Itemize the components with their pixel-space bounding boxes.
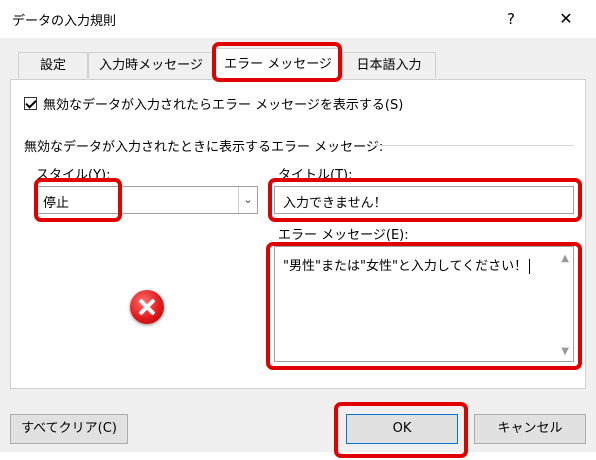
scroll-down-icon[interactable]: ▼ [561, 346, 569, 357]
scroll-up-icon[interactable]: ▲ [561, 253, 569, 264]
title-label: タイトル(T): [278, 168, 353, 183]
group-label: 無効なデータが入力されたときに表示するエラー メッセージ: [24, 140, 384, 155]
tab-settings[interactable]: 設定 [18, 52, 88, 78]
title-input[interactable]: 入力できません！ [274, 186, 574, 214]
tab-error-message[interactable]: エラー メッセージ [214, 48, 342, 80]
chevron-down-icon[interactable]: ⌄ [238, 187, 257, 213]
style-select-value: 停止 [43, 196, 70, 211]
message-textarea-value: "男性"または"女性"と入力してください！ [283, 255, 531, 274]
message-textarea[interactable]: "男性"または"女性"と入力してください！ ▲ ▼ [274, 246, 574, 362]
title-input-value: 入力できません！ [283, 196, 387, 211]
show-alert-option[interactable]: 無効なデータが入力されたらエラー メッセージを表示する(S) [24, 94, 404, 113]
tab-input-message[interactable]: 入力時メッセージ [88, 52, 214, 78]
dialog-title: データの入力規則 [12, 14, 117, 29]
message-label: エラー メッセージ(E): [278, 228, 409, 243]
style-select[interactable]: 停止 ⌄ [34, 186, 258, 214]
help-button[interactable]: ? [496, 4, 526, 34]
spreadsheet-edge [0, 452, 596, 460]
error-stop-icon [130, 290, 164, 324]
show-alert-label: 無効なデータが入力されたらエラー メッセージを表示する(S) [43, 97, 404, 113]
cancel-button[interactable]: キャンセル [474, 414, 586, 444]
tab-ime[interactable]: 日本語入力 [342, 52, 436, 78]
style-label: スタイル(Y): [36, 168, 111, 183]
ok-button[interactable]: OK [346, 414, 458, 444]
clear-all-button[interactable]: すべてクリア(C) [10, 414, 128, 444]
show-alert-checkbox[interactable] [24, 96, 37, 110]
title-bar: データの入力規則 ? ✕ [0, 0, 596, 38]
group-divider [372, 145, 574, 146]
close-button[interactable]: ✕ [548, 4, 584, 34]
